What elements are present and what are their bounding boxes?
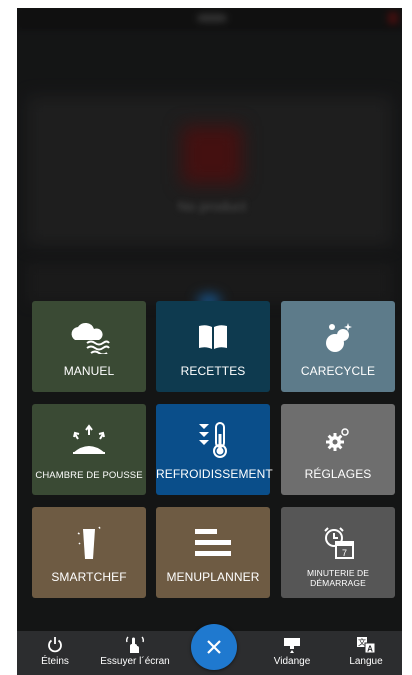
tile-smartchef[interactable]: SMARTCHEF: [32, 507, 146, 598]
glass-icon: [74, 525, 104, 561]
tile-reglages[interactable]: RÉGLAGES: [281, 404, 395, 495]
tile-carecycle[interactable]: CARECYCLE: [281, 301, 395, 392]
menu-list-icon: [193, 525, 233, 561]
alarm-calendar-icon: 7: [320, 525, 356, 561]
tile-menuplanner[interactable]: MENUPLANNER: [156, 507, 270, 598]
tile-label: CARECYCLE: [300, 364, 376, 378]
wipe-screen-button[interactable]: Essuyer l´écran: [97, 634, 173, 667]
drain-button[interactable]: Vidange: [271, 634, 313, 667]
close-menu-button[interactable]: [191, 624, 237, 670]
tile-chambre-de-pousse[interactable]: CHAMBRE DE POUSSE: [32, 404, 146, 495]
tile-minuterie-de-demarrage[interactable]: 7 MINUTERIE DE DÉMARRAGE: [281, 507, 395, 598]
tile-label: CHAMBRE DE POUSSE: [35, 470, 143, 481]
language-label: Langue: [349, 656, 383, 667]
svg-text:文: 文: [358, 637, 366, 647]
svg-text:7: 7: [342, 548, 347, 558]
device-screen: No product MANUEL RECETTES CARECYCLE CHA…: [17, 8, 402, 675]
tile-label: SMARTCHEF: [51, 570, 127, 584]
tile-label: RÉGLAGES: [304, 467, 372, 481]
power-icon: [35, 634, 75, 656]
tile-label: MANUEL: [63, 364, 115, 378]
thermometer-cool-icon: [193, 422, 233, 458]
tile-recettes[interactable]: RECETTES: [156, 301, 270, 392]
drain-icon: [271, 634, 313, 656]
rising-dough-icon: [67, 422, 111, 458]
svg-text:A: A: [367, 645, 373, 654]
language-button[interactable]: 文 A Langue: [345, 634, 387, 667]
cloud-steam-icon: [67, 319, 111, 355]
translate-icon: 文 A: [345, 634, 387, 656]
book-icon: [197, 319, 229, 355]
tile-manuel[interactable]: MANUEL: [32, 301, 146, 392]
drain-label: Vidange: [273, 656, 311, 667]
bubbles-icon: [321, 319, 355, 355]
tile-refroidissement[interactable]: REFROIDISSEMENT: [156, 404, 273, 495]
gear-icon: [323, 422, 353, 458]
power-off-button[interactable]: Éteins: [35, 634, 75, 667]
tile-label: MENUPLANNER: [166, 570, 260, 584]
hand-wipe-icon: [97, 634, 173, 656]
wipe-screen-label: Essuyer l´écran: [100, 656, 170, 667]
tile-label: MINUTERIE DE DÉMARRAGE: [306, 568, 370, 588]
close-icon: [207, 640, 221, 654]
power-off-label: Éteins: [41, 656, 69, 667]
tile-label: REFROIDISSEMENT: [156, 467, 273, 481]
tile-label: RECETTES: [180, 364, 246, 378]
